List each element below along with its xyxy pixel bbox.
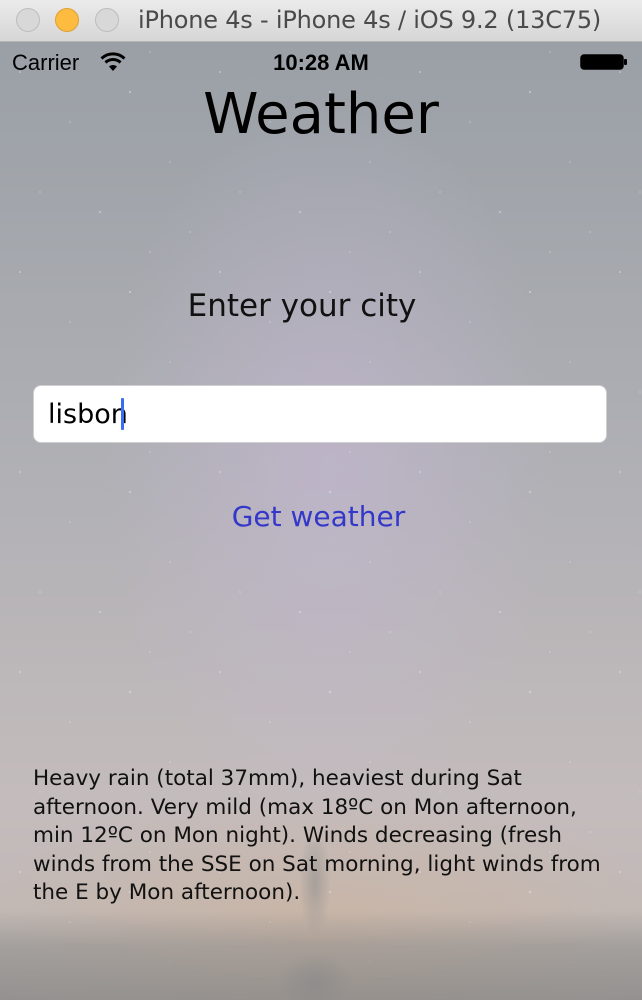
forecast-text: Heavy rain (total 37mm), heaviest during…	[33, 766, 601, 905]
get-weather-button[interactable]: Get weather	[0, 500, 637, 533]
city-prompt-label: Enter your city	[187, 288, 417, 324]
status-bar: Carrier 10:28 AM	[0, 42, 642, 82]
window-titlebar[interactable]: iPhone 4s - iPhone 4s / iOS 9.2 (13C75)	[0, 0, 642, 42]
status-time: 10:28 AM	[273, 50, 369, 75]
zoom-window-button[interactable]	[95, 8, 119, 32]
city-input[interactable]	[33, 385, 607, 443]
app-title: Weather	[203, 82, 439, 147]
minimize-window-button[interactable]	[55, 8, 79, 32]
battery-icon	[580, 54, 628, 70]
text-cursor	[121, 398, 124, 430]
phone-screen: Carrier 10:28 AM Weather Enter your city…	[0, 42, 642, 1000]
simulator-window: iPhone 4s - iPhone 4s / iOS 9.2 (13C75) …	[0, 0, 642, 1000]
close-window-button[interactable]	[16, 8, 40, 32]
background-horizon	[0, 910, 642, 1000]
window-title: iPhone 4s - iPhone 4s / iOS 9.2 (13C75)	[138, 6, 602, 34]
